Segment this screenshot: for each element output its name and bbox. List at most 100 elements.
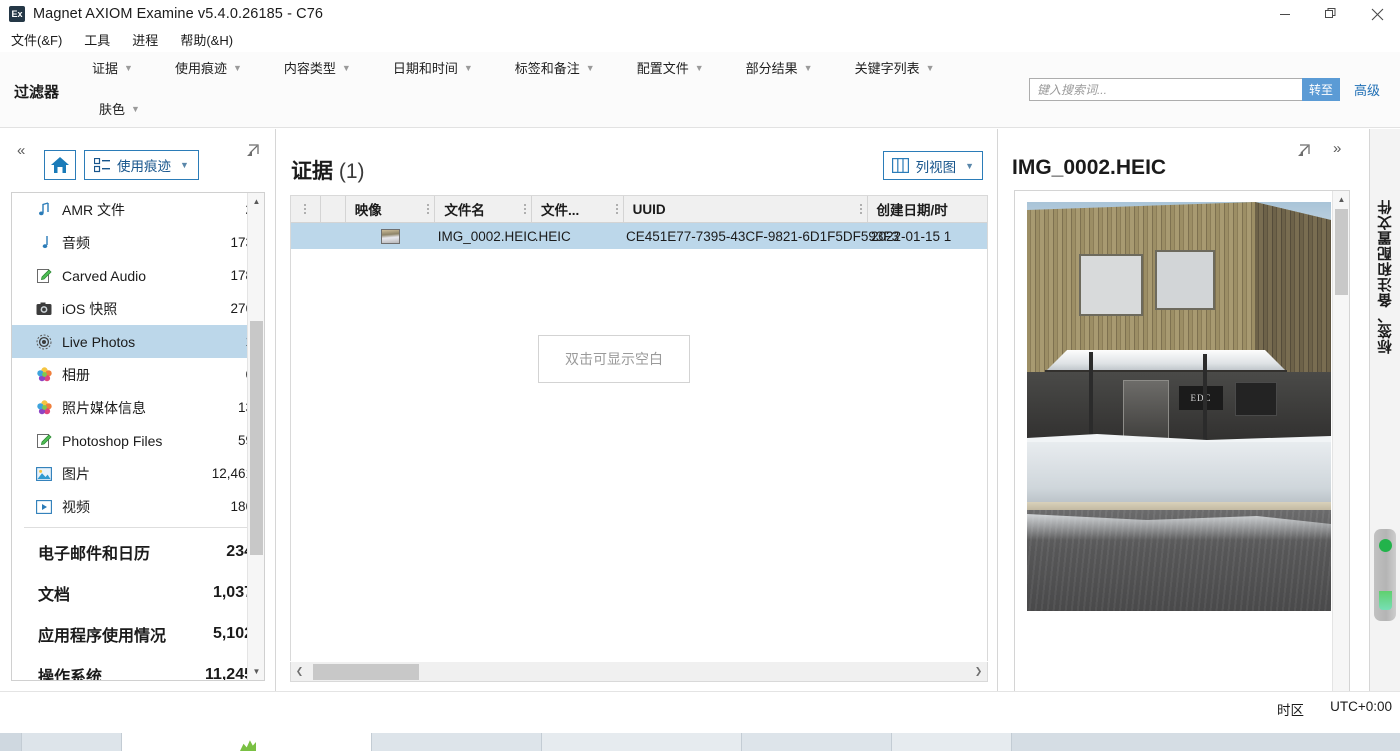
scroll-up-icon[interactable]: ▲: [248, 193, 264, 210]
scroll-right-icon[interactable]: ❯: [970, 663, 987, 681]
column-options-icon: [304, 202, 307, 216]
column-header-uuid[interactable]: UUID: [624, 196, 868, 222]
column-header-filetype[interactable]: 文件...: [532, 196, 624, 222]
sidebar-item-carved-audio[interactable]: Carved Audio 178: [12, 259, 264, 292]
taskbar-app-icon: [240, 740, 256, 751]
horizontal-scroll-thumb[interactable]: [313, 663, 419, 680]
filter-date-time-label: 日期和时间: [392, 61, 458, 76]
column-header-image[interactable]: 映像: [346, 196, 436, 222]
sidebar-home-button[interactable]: [44, 150, 76, 180]
column-options-icon[interactable]: [859, 202, 862, 216]
close-button[interactable]: [1354, 0, 1400, 28]
sidebar-category-documents[interactable]: 文档 1,037: [12, 572, 264, 613]
sidebar-scrollbar-thumb[interactable]: [250, 321, 263, 555]
filter-profiles[interactable]: 配置文件 ▼: [637, 58, 704, 77]
preview-expand-button[interactable]: »: [1333, 140, 1341, 157]
sidebar-category-operating-system[interactable]: 操作系统 11,245: [12, 654, 264, 681]
sidebar-category-application-usage[interactable]: 应用程序使用情况 5,102: [12, 613, 264, 654]
preview-scrollbar-thumb[interactable]: [1335, 209, 1348, 295]
taskbar-item[interactable]: [22, 733, 122, 751]
sidebar-item-amr-files[interactable]: AMR 文件 2: [12, 193, 264, 226]
filter-partial-results-label: 部分结果: [745, 61, 798, 76]
menu-item-process[interactable]: 进程: [132, 30, 158, 49]
sidebar-item-label: 音频: [62, 234, 90, 251]
scroll-up-icon[interactable]: ▲: [1333, 191, 1349, 208]
music-note-icon: [35, 201, 53, 219]
restore-button[interactable]: [1308, 0, 1354, 28]
taskbar-active-window[interactable]: [122, 733, 372, 751]
column-options-icon[interactable]: [523, 202, 526, 216]
scroll-down-icon[interactable]: ▼: [248, 663, 264, 680]
filter-date-time[interactable]: 日期和时间 ▼: [393, 58, 473, 77]
scroll-left-icon[interactable]: ❮: [291, 663, 308, 681]
blank-hint-tooltip[interactable]: 双击可显示空白: [538, 335, 690, 383]
filter-artifacts[interactable]: 使用痕迹 ▼: [175, 58, 242, 77]
preview-panel: » IMG_0002.HEIC EDC ▲: [997, 129, 1368, 751]
chevron-down-icon: ▼: [925, 62, 935, 73]
filter-evidence-label: 证据: [92, 61, 119, 76]
search-go-button[interactable]: 转至: [1301, 78, 1340, 101]
column-header-filetype-label: 文件...: [540, 203, 580, 218]
sidebar-category-email-calendar[interactable]: 电子邮件和日历 234: [12, 531, 264, 572]
minimize-button[interactable]: [1262, 0, 1308, 28]
sidebar-collapse-button[interactable]: «: [17, 142, 25, 159]
column-view-button[interactable]: 列视图 ▼: [882, 151, 983, 180]
home-icon: [51, 157, 69, 173]
sidebar-item-label: 相册: [62, 366, 90, 383]
timezone-value[interactable]: UTC+0:00: [1330, 699, 1392, 714]
filter-content-type[interactable]: 内容类型 ▼: [284, 58, 351, 77]
evidence-horizontal-scrollbar[interactable]: ❮ ❯: [290, 662, 988, 682]
menu-item-tools[interactable]: 工具: [84, 30, 110, 49]
evidence-count: (1): [338, 160, 365, 183]
filter-tags-comments[interactable]: 标签和备注 ▼: [515, 58, 595, 77]
taskbar-start-region[interactable]: [0, 733, 22, 751]
advanced-search-link[interactable]: 高级: [1354, 80, 1380, 99]
preview-pin-button[interactable]: [1294, 142, 1312, 160]
column-options-icon[interactable]: [427, 202, 430, 216]
filter-skin-tone[interactable]: 肤色 ▼: [99, 99, 140, 118]
sidebar-item-ios-snapshots[interactable]: iOS 快照 276: [12, 292, 264, 325]
sidebar-scrollbar[interactable]: ▲ ▼: [247, 193, 264, 680]
panel-resize-handle[interactable]: [1374, 529, 1396, 621]
row-created-cell: 2022-01-15 1: [871, 228, 952, 244]
filter-keyword-lists-label: 关键字列表: [854, 61, 920, 76]
column-options-icon[interactable]: [615, 202, 618, 216]
row-thumbnail-cell[interactable]: [346, 223, 435, 249]
table-row[interactable]: IMG_0002.HEIC .HEIC CE451E77-7395-43CF-9…: [291, 223, 987, 249]
music-note-icon: [35, 234, 53, 252]
taskbar-item[interactable]: [742, 733, 892, 751]
taskbar-item[interactable]: [542, 733, 742, 751]
sidebar-item-live-photos[interactable]: Live Photos 1: [12, 325, 264, 358]
column-header-menu[interactable]: [291, 196, 321, 222]
sidebar-item-photo-media-info[interactable]: 照片媒体信息 13: [12, 391, 264, 424]
tab-tags-comments-profiles[interactable]: 标签、备注和配置文件: [1370, 141, 1400, 411]
column-header-created[interactable]: 创建日期/时: [868, 196, 987, 222]
filter-keyword-lists[interactable]: 关键字列表 ▼: [855, 58, 935, 77]
page-title: 证据 (1): [291, 155, 365, 185]
menu-item-file[interactable]: 文件(&F): [11, 30, 62, 49]
sidebar-view-selector-label: 使用痕迹: [117, 159, 171, 174]
filter-evidence[interactable]: 证据 ▼: [92, 58, 133, 77]
sidebar-item-albums[interactable]: 相册 6: [12, 358, 264, 391]
sidebar-item-videos[interactable]: 视频 186: [12, 490, 264, 523]
taskbar-item[interactable]: [372, 733, 542, 751]
sidebar-pin-button[interactable]: [243, 142, 261, 160]
sidebar-item-audio[interactable]: 音频 173: [12, 226, 264, 259]
filter-partial-results[interactable]: 部分结果 ▼: [746, 58, 813, 77]
menu-item-help[interactable]: 帮助(&H): [180, 30, 233, 49]
search-input[interactable]: [1028, 78, 1302, 101]
chevron-down-icon: ▼: [463, 62, 473, 73]
sidebar-item-pictures[interactable]: 图片 12,461: [12, 457, 264, 490]
photo-snow-walkway: [1027, 442, 1331, 508]
taskbar-tray-region[interactable]: [892, 733, 1012, 751]
sidebar-item-label: iOS 快照: [62, 300, 118, 317]
sidebar-view-selector[interactable]: 使用痕迹 ▼: [84, 150, 199, 180]
sidebar-item-photoshop-files[interactable]: Photoshop Files 59: [12, 424, 264, 457]
column-header-filename[interactable]: 文件名: [435, 196, 532, 222]
preview-image[interactable]: EDC: [1027, 202, 1331, 611]
preview-scrollbar[interactable]: ▲: [1332, 191, 1349, 751]
column-header-blank[interactable]: [321, 196, 346, 222]
search-area: 转至 高级: [1028, 78, 1380, 101]
tab-tags-comments-profiles-label: 标签、备注和配置文件: [1378, 198, 1394, 354]
horizontal-scroll-track[interactable]: [308, 663, 970, 681]
